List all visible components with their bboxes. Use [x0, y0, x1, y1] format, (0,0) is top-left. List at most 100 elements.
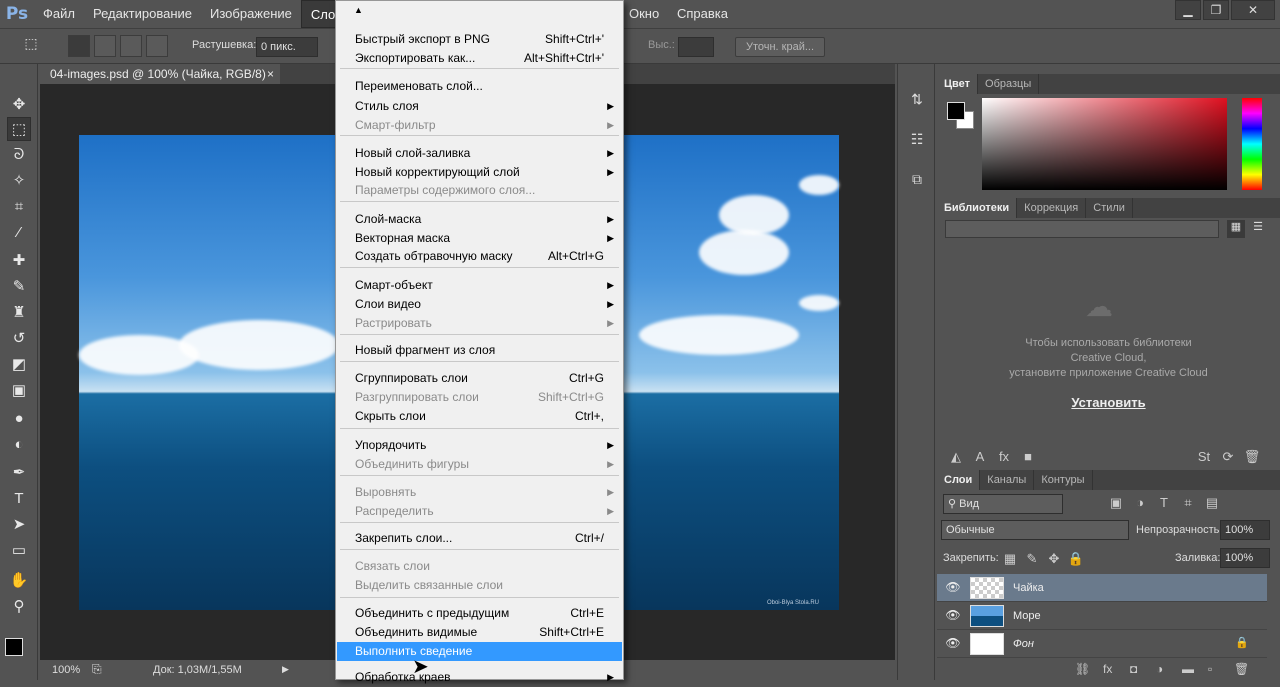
- menu-edit[interactable]: Редактирование: [84, 0, 201, 28]
- menu-item[interactable]: Закрепить слои... Ctrl+/: [337, 529, 622, 548]
- feather-input[interactable]: 0 пикс.: [256, 37, 318, 57]
- menu-file[interactable]: Файл: [34, 0, 84, 28]
- link-layers-icon[interactable]: ⛓: [1075, 662, 1090, 676]
- add-selection-button[interactable]: [94, 35, 116, 57]
- eraser-icon[interactable]: ◩: [7, 352, 31, 376]
- stock-icon[interactable]: St: [1195, 448, 1213, 466]
- sync-icon[interactable]: ⟳: [1219, 448, 1237, 466]
- layer-row[interactable]: 👁 Фон 🔒: [937, 630, 1267, 658]
- menu-window[interactable]: Окно: [620, 0, 668, 28]
- menu-item[interactable]: Выполнить сведение: [337, 642, 622, 661]
- visibility-eye-icon[interactable]: 👁: [945, 636, 961, 652]
- filter-pixel-icon[interactable]: ▣: [1107, 494, 1125, 512]
- history-brush-icon[interactable]: ↺: [7, 326, 31, 350]
- intersect-selection-button[interactable]: [146, 35, 168, 57]
- visibility-eye-icon[interactable]: 👁: [945, 608, 961, 624]
- menu-item[interactable]: Экспортировать как... Alt+Shift+Ctrl+': [337, 49, 622, 68]
- adjustment-layer-icon[interactable]: ◑: [1156, 662, 1163, 676]
- layer-fx-icon[interactable]: fx: [1103, 662, 1112, 676]
- filter-shape-icon[interactable]: ⌗: [1179, 494, 1197, 512]
- menu-item[interactable]: Новый слой-заливка ▶: [337, 144, 622, 163]
- blend-mode-select[interactable]: Обычные: [941, 520, 1129, 540]
- visibility-eye-icon[interactable]: 👁: [945, 580, 961, 596]
- layer-row[interactable]: 👁 Море: [937, 602, 1267, 630]
- zoom-level[interactable]: 100%: [52, 664, 80, 676]
- gradient-icon[interactable]: ▣: [7, 378, 31, 402]
- tab-paths[interactable]: Контуры: [1034, 470, 1093, 490]
- menu-item[interactable]: Упорядочить ▶: [337, 436, 622, 455]
- healing-brush-icon[interactable]: ✚: [7, 248, 31, 272]
- eyedropper-icon[interactable]: ⁄: [7, 220, 31, 244]
- crop-icon[interactable]: ⌗: [7, 194, 31, 218]
- type-icon[interactable]: T: [7, 486, 31, 510]
- menu-image[interactable]: Изображение: [201, 0, 301, 28]
- tab-adjustments[interactable]: Коррекция: [1017, 198, 1087, 218]
- menu-item[interactable]: Объединить с предыдущим Ctrl+E: [337, 604, 622, 623]
- add-mask-icon[interactable]: ◘: [1130, 662, 1137, 676]
- share-icon[interactable]: ⎘: [92, 662, 102, 677]
- lock-brush-icon[interactable]: ✎: [1023, 550, 1041, 568]
- menu-item[interactable]: Скрыть слои Ctrl+,: [337, 407, 622, 426]
- blur-icon[interactable]: ●: [7, 406, 31, 430]
- menu-item[interactable]: Переименовать слой...: [337, 77, 622, 96]
- stamp-icon[interactable]: ♜: [7, 300, 31, 324]
- menu-item[interactable]: Новый фрагмент из слоя: [337, 341, 622, 360]
- foreground-color-swatch[interactable]: [5, 638, 23, 656]
- color-foreground[interactable]: [947, 102, 965, 120]
- history-panel-icon[interactable]: ⇅: [906, 88, 928, 110]
- filter-smart-icon[interactable]: ▤: [1203, 494, 1221, 512]
- brush-icon[interactable]: ✎: [7, 274, 31, 298]
- library-trash-icon[interactable]: 🗑: [1243, 448, 1261, 466]
- shape-icon[interactable]: ▭: [7, 538, 31, 562]
- menu-item[interactable]: Новый корректирующий слой ▶: [337, 163, 622, 182]
- scroll-up-arrow-icon[interactable]: ▲: [354, 5, 363, 15]
- dodge-icon[interactable]: ◐: [7, 432, 31, 456]
- lock-pixels-icon[interactable]: ▦: [1001, 550, 1019, 568]
- document-tab[interactable]: 04-images.psd @ 100% (Чайка, RGB/8) ×: [40, 64, 280, 84]
- menu-item[interactable]: Обработка краев ▶: [337, 668, 622, 687]
- tab-color[interactable]: Цвет: [937, 74, 979, 94]
- layer-filter-select[interactable]: ⚲ Вид: [943, 494, 1063, 514]
- marquee-icon[interactable]: ⬚: [7, 117, 31, 141]
- menu-item[interactable]: Слои видео ▶: [337, 295, 622, 314]
- restore-button[interactable]: ❐: [1203, 0, 1229, 20]
- list-view-icon[interactable]: ☰: [1249, 220, 1267, 238]
- menu-item[interactable]: Смарт-объект ▶: [337, 276, 622, 295]
- pen-icon[interactable]: ✒: [7, 460, 31, 484]
- tab-swatches[interactable]: Образцы: [978, 74, 1040, 94]
- height-input[interactable]: [678, 37, 714, 57]
- minimize-button[interactable]: ▁: [1175, 0, 1201, 20]
- add-color-icon[interactable]: ■: [1019, 448, 1037, 466]
- refine-edge-button[interactable]: Уточн. край...: [735, 37, 825, 57]
- tab-layers[interactable]: Слои: [937, 470, 981, 490]
- lock-position-icon[interactable]: ✥: [1045, 550, 1063, 568]
- properties-panel-icon[interactable]: ☷: [906, 128, 928, 150]
- hue-slider[interactable]: [1242, 98, 1262, 190]
- add-graphic-icon[interactable]: ◭: [947, 448, 965, 466]
- menu-item[interactable]: Объединить видимые Shift+Ctrl+E: [337, 623, 622, 642]
- layer-row[interactable]: 👁 Чайка: [937, 574, 1267, 602]
- opacity-input[interactable]: 100%: [1220, 520, 1270, 540]
- move-icon[interactable]: ✥: [7, 92, 31, 116]
- close-tab-icon[interactable]: ×: [267, 64, 274, 84]
- actions-panel-icon[interactable]: ⧉: [906, 168, 928, 190]
- menu-item[interactable]: Быстрый экспорт в PNG Shift+Ctrl+': [337, 30, 622, 49]
- new-selection-button[interactable]: [68, 35, 90, 57]
- filter-adjust-icon[interactable]: ◑: [1131, 494, 1149, 512]
- tab-channels[interactable]: Каналы: [980, 470, 1035, 490]
- tab-libraries[interactable]: Библиотеки: [937, 198, 1018, 218]
- subtract-selection-button[interactable]: [120, 35, 142, 57]
- library-select[interactable]: [945, 220, 1219, 238]
- path-selection-icon[interactable]: ➤: [7, 512, 31, 536]
- status-arrow-icon[interactable]: ▶: [282, 664, 289, 675]
- lasso-icon[interactable]: ᘐ: [7, 142, 31, 166]
- close-window-button[interactable]: ✕: [1231, 0, 1275, 20]
- hand-icon[interactable]: ✋: [7, 568, 31, 592]
- add-fx-icon[interactable]: fx: [995, 448, 1013, 466]
- install-link[interactable]: Установить: [937, 395, 1280, 410]
- fill-input[interactable]: 100%: [1220, 548, 1270, 568]
- add-text-icon[interactable]: A: [971, 448, 989, 466]
- color-field[interactable]: [982, 98, 1227, 190]
- filter-type-icon[interactable]: T: [1155, 494, 1173, 512]
- menu-item[interactable]: Векторная маска ▶: [337, 229, 622, 248]
